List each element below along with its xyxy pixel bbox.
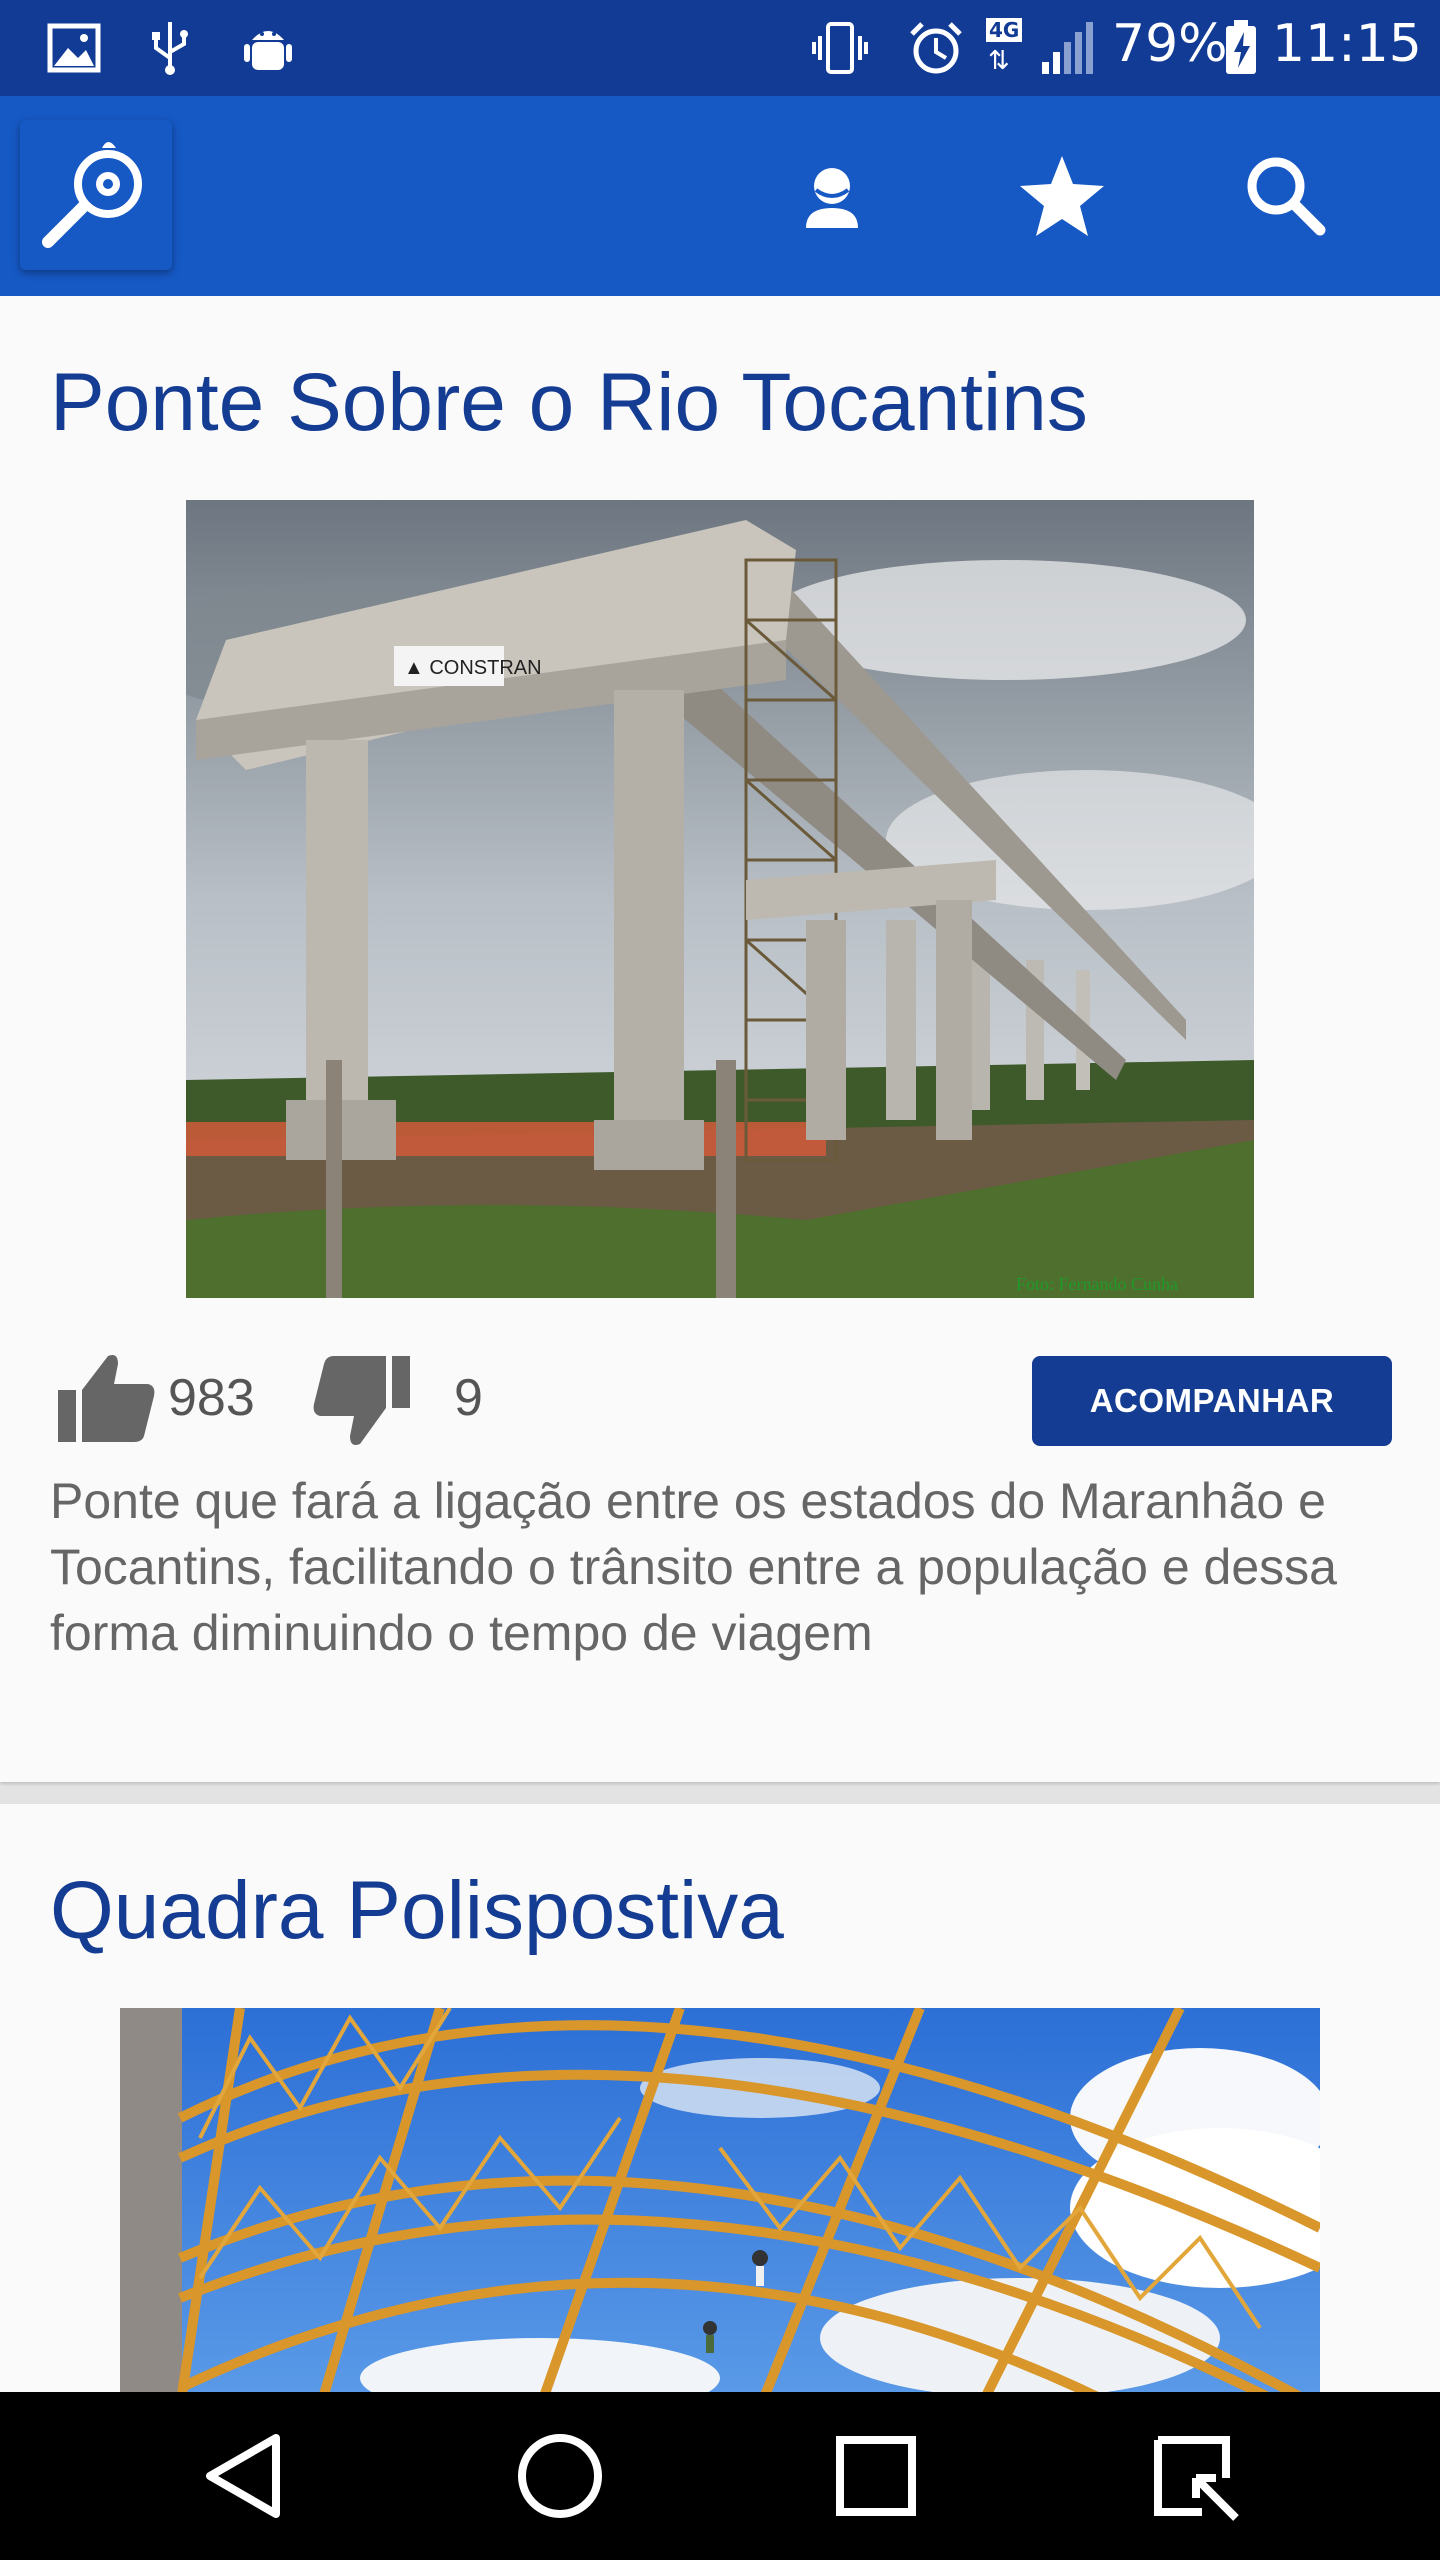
vibrate-icon (812, 22, 868, 74)
android-debug-icon (244, 31, 292, 70)
card-title: Quadra Polispostiva (50, 1865, 784, 1956)
search-icon[interactable] (1236, 146, 1336, 246)
photo-watermark: Foto: Fernando Cunha (1016, 1274, 1178, 1294)
card-description: Ponte que fará a ligação entre os estado… (50, 1473, 1337, 1661)
usb-icon (152, 22, 188, 75)
system-nav-bar (0, 2392, 1440, 2560)
network-4g-icon: 4G ⇅ (984, 18, 1028, 78)
status-bar: 4G ⇅ 79% 11:15 (0, 0, 1440, 96)
dislikes-count: 9 (454, 1369, 483, 1427)
project-card[interactable]: Ponte Sobre o Rio Tocantins ▲ CONSTRAN F… (0, 296, 1440, 1782)
profile-icon[interactable] (782, 146, 882, 246)
recents-icon[interactable] (826, 2426, 926, 2526)
follow-button[interactable]: ACOMPANHAR (1032, 1356, 1392, 1446)
battery-percent: 79% (1112, 14, 1228, 74)
battery-charging-icon (1226, 20, 1256, 74)
app-bar (0, 96, 1440, 296)
thumbs-up-icon[interactable] (52, 1348, 162, 1448)
signal-icon (1042, 22, 1093, 74)
screenshot-icon[interactable] (1144, 2426, 1244, 2526)
alarm-icon (910, 22, 962, 74)
home-icon[interactable] (510, 2426, 610, 2526)
card-title: Ponte Sobre o Rio Tocantins (50, 357, 1088, 448)
bridge-photo[interactable]: ▲ CONSTRAN Foto: Fernando Cunha (186, 500, 1254, 1298)
likes-count: 983 (168, 1369, 255, 1427)
svg-text:▲ CONSTRAN: ▲ CONSTRAN (404, 657, 542, 679)
clock: 11:15 (1272, 14, 1422, 74)
feed[interactable]: Ponte Sobre o Rio Tocantins ▲ CONSTRAN F… (0, 296, 1440, 2392)
magnifier-logo-icon (42, 142, 142, 248)
sports-court-photo[interactable] (120, 2008, 1320, 2392)
image-notification-icon (47, 23, 101, 73)
star-icon[interactable] (1012, 146, 1112, 246)
back-icon[interactable] (196, 2426, 296, 2526)
app-logo-button[interactable] (20, 120, 172, 270)
thumbs-down-icon[interactable] (306, 1352, 416, 1452)
project-card[interactable]: Quadra Polispostiva (0, 1804, 1440, 2392)
